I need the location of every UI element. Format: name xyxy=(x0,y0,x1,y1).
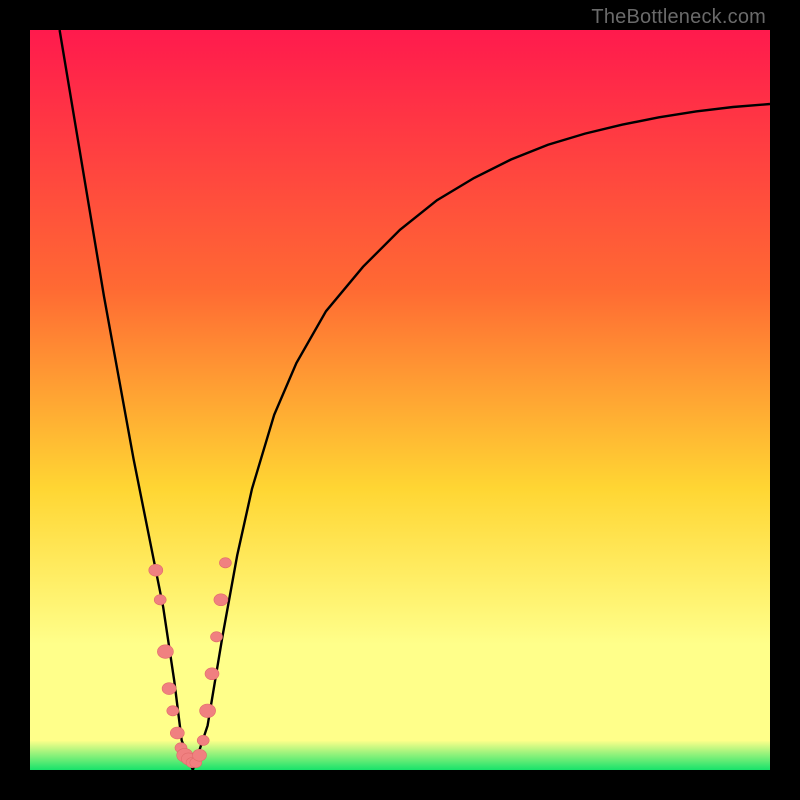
outer-frame: TheBottleneck.com xyxy=(0,0,800,800)
data-marker xyxy=(205,668,219,680)
watermark-text: TheBottleneck.com xyxy=(591,6,766,29)
data-marker xyxy=(170,727,184,739)
data-marker xyxy=(162,683,176,695)
gradient-background xyxy=(30,30,770,770)
data-marker xyxy=(157,645,173,659)
data-marker xyxy=(200,704,216,718)
chart-svg xyxy=(30,30,770,770)
data-marker xyxy=(167,706,179,716)
data-marker xyxy=(197,735,209,745)
data-marker xyxy=(149,564,163,576)
data-marker xyxy=(154,595,166,605)
data-marker xyxy=(211,632,223,642)
plot-area xyxy=(30,30,770,770)
data-marker xyxy=(219,558,231,568)
data-marker xyxy=(214,594,228,606)
data-marker xyxy=(193,749,207,761)
